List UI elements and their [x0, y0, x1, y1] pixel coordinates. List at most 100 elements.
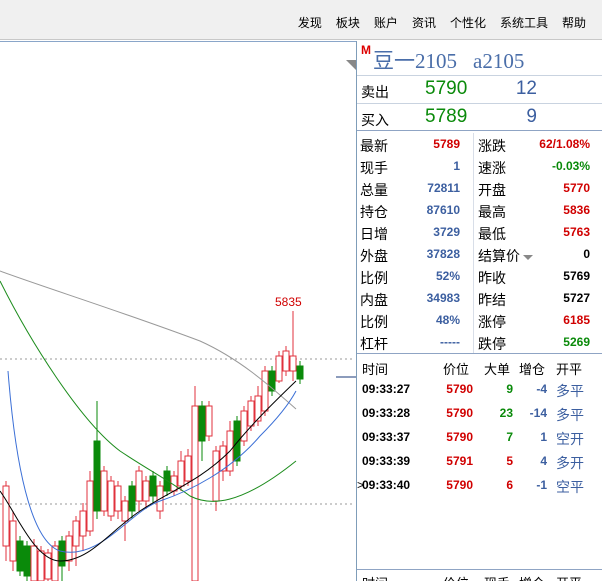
main-contract-badge: M: [361, 43, 371, 57]
contract-name: 豆一2105 a2105: [373, 45, 524, 75]
candle-up: [100, 470, 108, 512]
menu-news[interactable]: 资讯: [412, 14, 436, 31]
ask-label: 卖出: [361, 84, 389, 100]
ask-price: 5790: [425, 78, 468, 99]
stat-label: 开盘: [478, 180, 506, 200]
candle-up: [79, 510, 87, 537]
tick-delta: -1: [536, 478, 547, 492]
ask-volume: 12: [515, 78, 537, 99]
menu-sectors[interactable]: 板块: [336, 14, 360, 31]
tick-delta: -14: [529, 406, 547, 420]
stat-row: 总量 72811 开盘 5770: [357, 177, 602, 199]
tick-volume: 7: [506, 430, 513, 444]
stat-label: 总量: [360, 182, 388, 198]
stat-label: 结算价: [478, 246, 533, 266]
tick-open-close: 空开: [556, 431, 584, 447]
candle-up: [72, 520, 80, 547]
candle-down: [58, 540, 66, 567]
stat-row: 最新 5789 涨跌 62/1.08%: [357, 133, 602, 155]
tick-open-close: 多平: [556, 407, 584, 423]
candle-down: [296, 365, 304, 380]
candle-up: [142, 480, 150, 502]
candle-down: [16, 540, 24, 572]
menu-system-tools[interactable]: 系统工具: [500, 14, 548, 31]
stat-label: 现手: [360, 160, 388, 176]
candle-up: [2, 485, 10, 547]
stat-label: 内盘: [360, 292, 388, 308]
contract-name-text: 豆一2105: [373, 49, 457, 73]
bid-label: 买入: [361, 112, 389, 128]
stat-value: 6185: [563, 313, 590, 327]
tick-row[interactable]: >09:33:40 5790 6 -1 空平: [357, 473, 602, 497]
candle-up: [65, 535, 73, 562]
tick-row[interactable]: 09:33:28 5790 23 -14 多平: [357, 401, 602, 425]
tick-delta: 4: [540, 454, 547, 468]
stat-label-text: 速涨: [478, 160, 506, 176]
menu-help[interactable]: 帮助: [562, 14, 586, 31]
menu-personalize[interactable]: 个性化: [450, 14, 486, 31]
ticks-header-time: 时间: [362, 362, 389, 377]
candle-up: [114, 485, 122, 512]
tick-delta: -4: [536, 382, 547, 396]
candle-up: [184, 455, 192, 482]
tick-price: 5790: [446, 430, 473, 444]
stat-label: 涨停: [478, 312, 506, 332]
stat-value: 5770: [563, 181, 590, 195]
stat-value: -0.03%: [551, 159, 590, 173]
candle-up: [289, 355, 297, 372]
candle-up: [177, 460, 185, 487]
stat-value: 72811: [427, 181, 460, 195]
stat-label-text: 涨停: [478, 314, 506, 330]
dropdown-caret-icon[interactable]: [523, 254, 533, 260]
candle-up: [282, 350, 290, 372]
stat-label: 杠杆: [360, 336, 388, 352]
candle-up: [121, 500, 129, 522]
quote-stats: 最新 5789 涨跌 62/1.08% 现手 1 速涨 -0.03% 总量 72811 开盘 5770…: [357, 133, 602, 353]
bid-row[interactable]: 买入 5789 9: [357, 103, 602, 131]
stat-label: 日增: [360, 226, 388, 242]
candle-up: [275, 355, 283, 382]
stat-value: 0: [583, 247, 590, 261]
tick-time: 09:33:27: [362, 382, 411, 396]
candle-up: [135, 470, 143, 502]
stat-row: 外盘 37828 结算价 0: [357, 243, 602, 265]
ticks-header-big: 大单: [484, 362, 511, 377]
stat-row: 日增 3729 最低 5763: [357, 221, 602, 243]
ticks-header-openclose: 开平: [556, 362, 583, 377]
ask-row[interactable]: 卖出 5790 12: [357, 75, 602, 103]
stat-row: 杠杆 ----- 跌停 5269: [357, 331, 602, 353]
kline-chart[interactable]: 5835: [0, 41, 356, 581]
candle-down: [198, 405, 206, 442]
stat-value: -----: [440, 335, 460, 349]
tick-delta: 1: [540, 430, 547, 444]
stat-label: 速涨: [478, 158, 506, 178]
candle-up: [219, 445, 227, 472]
ticks2-header-delta: 增仓: [519, 573, 545, 581]
contract-title: M 豆一2105 a2105: [357, 41, 602, 73]
stat-label-text: 昨结: [478, 292, 506, 308]
stat-value: 5836: [563, 203, 590, 217]
stat-value: 5727: [563, 291, 590, 305]
candle-up: [86, 480, 94, 532]
tick-row[interactable]: 09:33:39 5791 5 4 多开: [357, 449, 602, 473]
tick-time: 09:33:39: [362, 454, 411, 468]
tick-row[interactable]: 09:33:37 5790 7 1 空开: [357, 425, 602, 449]
menu-discover[interactable]: 发现: [298, 14, 322, 31]
tick-volume: 6: [506, 478, 513, 492]
stat-label-text: 昨收: [478, 270, 506, 286]
stat-value: 5769: [563, 269, 590, 283]
candle-down: [93, 440, 101, 512]
candle-up: [107, 480, 115, 517]
candle-down: [128, 485, 136, 512]
menu-bar: 发现 板块 账户 资讯 个性化 系统工具 帮助: [0, 0, 602, 40]
menu-account[interactable]: 账户: [374, 14, 398, 31]
candle-up: [30, 545, 38, 581]
stat-label: 最低: [478, 224, 506, 244]
stat-value: 5789: [433, 137, 460, 151]
tick-row[interactable]: 09:33:27 5790 9 -4 多平: [357, 377, 602, 401]
tick-open-close: 多平: [556, 383, 584, 399]
ma-line-green: [0, 280, 297, 502]
ticks-header-price: 价位: [443, 362, 470, 377]
candle-up: [9, 520, 17, 562]
stat-label: 比例: [360, 270, 388, 286]
